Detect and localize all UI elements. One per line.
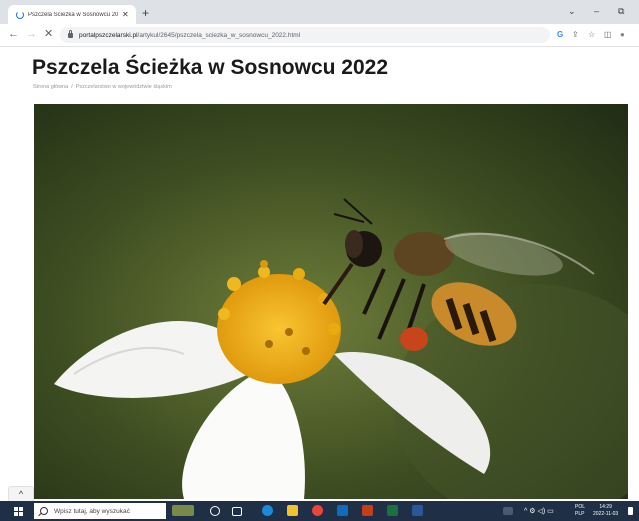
google-translate-icon[interactable]: G: [557, 30, 563, 39]
breadcrumb-separator: /: [71, 84, 73, 90]
language-code: POL: [575, 504, 586, 510]
taskbar-clock[interactable]: 14:29 2022-11-03: [593, 504, 618, 518]
breadcrumb-home-link[interactable]: Strona główna: [33, 84, 68, 90]
file-explorer-icon[interactable]: [287, 505, 298, 516]
minimize-button[interactable]: –: [594, 6, 599, 16]
start-windows-icon[interactable]: [14, 507, 23, 516]
outlook-icon[interactable]: [337, 505, 348, 516]
url-text: portalpszczelarski.pl/artykul/2645/pszcz…: [79, 32, 300, 39]
weather-widget-icon[interactable]: [172, 505, 194, 516]
word-icon[interactable]: [412, 505, 423, 516]
bookmark-star-icon[interactable]: ☆: [588, 30, 595, 39]
profile-avatar-icon[interactable]: ●: [620, 30, 625, 39]
lock-icon[interactable]: [68, 29, 73, 38]
cortana-icon[interactable]: [210, 506, 220, 516]
excel-icon[interactable]: [387, 505, 398, 516]
task-view-icon[interactable]: [232, 507, 242, 516]
new-tab-button[interactable]: +: [142, 7, 149, 19]
clock-time: 14:29: [599, 504, 612, 510]
url-path: /artykul/2645/pszczela_sciezka_w_sosnowc…: [137, 31, 301, 39]
stop-button[interactable]: ✕: [44, 28, 53, 40]
clock-date: 2022-11-03: [593, 511, 619, 517]
address-bar[interactable]: portalpszczelarski.pl/artykul/2645/pszcz…: [60, 27, 550, 43]
system-tray-icons[interactable]: ^ ⚙ ◁) ▭: [524, 507, 554, 515]
loading-spinner-icon: [16, 10, 24, 19]
tab-title: Pszczela Ścieżka w Sosnowcu 20: [28, 11, 119, 18]
browser-tab[interactable]: Pszczela Ścieżka w Sosnowcu 20 ✕: [8, 5, 136, 24]
scroll-to-top-button[interactable]: ^: [8, 486, 34, 502]
tab-close-icon[interactable]: ✕: [122, 10, 129, 19]
taskbar-search-box[interactable]: Wpisz tutaj, aby wyszukać: [34, 503, 166, 519]
browser-tab-strip: Pszczela Ścieżka w Sosnowcu 20 ✕ + ⌄ – ⧉: [0, 0, 639, 24]
keyboard-layout: PLP: [575, 511, 585, 517]
article-hero-image: [34, 104, 628, 499]
notifications-icon[interactable]: [628, 507, 633, 515]
tab-search-icon[interactable]: ⌄: [568, 6, 576, 17]
edge-icon[interactable]: [262, 505, 273, 516]
breadcrumb-category-link[interactable]: Pszczelarstwo w województwie śląskim: [76, 84, 172, 90]
share-icon[interactable]: ⇪: [572, 30, 579, 39]
windows-taskbar: Wpisz tutaj, aby wyszukać ^ ⚙ ◁) ▭ POL P…: [0, 501, 639, 521]
forward-button[interactable]: →: [26, 28, 37, 40]
back-button[interactable]: ←: [8, 28, 19, 40]
bee-on-flower-photo: [34, 104, 628, 499]
browser-toolbar: ← → ✕ portalpszczelarski.pl/artykul/2645…: [0, 24, 639, 47]
page-title: Pszczela Ścieżka w Sosnowcu 2022: [32, 56, 389, 79]
taskbar-search-placeholder: Wpisz tutaj, aby wyszukać: [54, 507, 130, 515]
restore-button[interactable]: ⧉: [618, 6, 624, 17]
url-host: portalpszczelarski.pl: [79, 31, 138, 39]
search-icon: [40, 507, 48, 515]
powerpoint-icon[interactable]: [362, 505, 373, 516]
keyboard-icon[interactable]: [503, 507, 513, 515]
chrome-icon[interactable]: [312, 505, 323, 516]
breadcrumb: Strona główna / Pszczelarstwo w województw…: [33, 84, 172, 90]
language-indicator[interactable]: POL PLP: [575, 504, 585, 518]
side-panel-icon[interactable]: ◫: [604, 30, 612, 39]
